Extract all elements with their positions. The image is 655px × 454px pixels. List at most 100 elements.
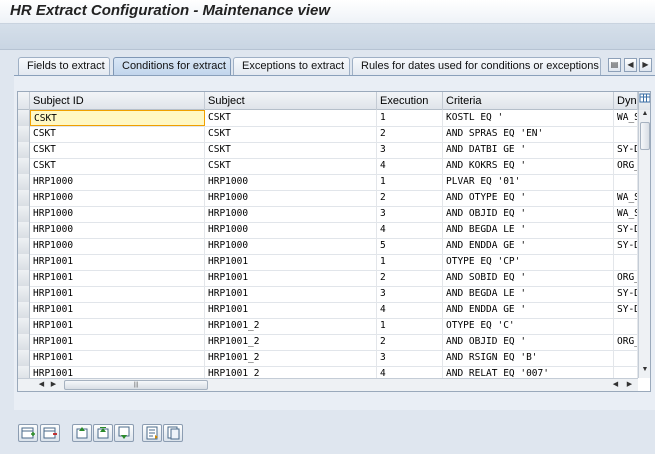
row-selector[interactable] [18,286,30,302]
cell-criteria[interactable]: AND BEGDA LE ' [443,222,614,238]
cell-criteria[interactable]: PLVAR EQ '01' [443,174,614,190]
copy-icon[interactable] [163,424,183,442]
table-row[interactable]: HRP1001 HRP1001 2 AND SOBID EQ ' ORG_ [18,270,638,287]
row-selector[interactable] [18,110,30,126]
cell-dynamic[interactable] [614,254,638,270]
cell-dynamic[interactable] [614,174,638,190]
cell-criteria[interactable]: AND DATBI GE ' [443,142,614,158]
table-row[interactable]: CSKT CSKT 3 AND DATBI GE ' SY-D [18,142,638,159]
table-row[interactable]: HRP1001 HRP1001 4 AND ENDDA GE ' SY-D [18,302,638,319]
column-header-subject[interactable]: Subject [205,92,377,110]
tab-conditions-for-extract[interactable]: Conditions for extract [113,57,231,75]
tab-scroll-left-icon[interactable]: ◀ [624,58,637,72]
cell-dynamic[interactable]: ORG_ [614,270,638,286]
cell-dynamic[interactable] [614,126,638,142]
insert-row-icon[interactable] [18,424,38,442]
cell-criteria[interactable]: AND SPRAS EQ 'EN' [443,126,614,142]
table-row[interactable]: HRP1001 HRP1001_2 3 AND RSIGN EQ 'B' [18,350,638,367]
scroll-right-end-icon[interactable]: ▶ [624,379,635,391]
cell-execution[interactable]: 2 [377,270,443,286]
cell-dynamic[interactable]: SY-D [614,142,638,158]
vertical-scrollbar[interactable]: ▲ ▼ [638,110,650,378]
cell-subject-id[interactable]: HRP1001 [30,318,205,334]
row-selector[interactable] [18,142,30,158]
row-selector[interactable] [18,302,30,318]
row-selector[interactable] [18,190,30,206]
cell-execution[interactable]: 4 [377,158,443,174]
row-selector[interactable] [18,174,30,190]
cell-subject[interactable]: HRP1000 [205,190,377,206]
scroll-right-icon[interactable]: ▶ [48,379,59,391]
cell-execution[interactable]: 5 [377,238,443,254]
cell-criteria[interactable]: AND ENDDA GE ' [443,302,614,318]
row-selector[interactable] [18,126,30,142]
cell-execution[interactable]: 3 [377,206,443,222]
row-selector[interactable] [18,158,30,174]
cell-subject[interactable]: CSKT [205,158,377,174]
cell-dynamic[interactable]: SY-D [614,238,638,254]
cell-execution[interactable]: 3 [377,142,443,158]
row-selector[interactable] [18,270,30,286]
row-selector[interactable] [18,254,30,270]
column-header-dynamic[interactable]: Dyna [614,92,638,110]
cell-execution[interactable]: 1 [377,110,443,126]
table-row[interactable]: HRP1000 HRP1000 2 AND OTYPE EQ ' WA_S [18,190,638,207]
row-selector[interactable] [18,350,30,366]
tab-scroll-right-icon[interactable]: ▶ [639,58,652,72]
table-row[interactable]: CSKT CSKT 4 AND KOKRS EQ ' ORG_ [18,158,638,175]
move-top-icon[interactable] [93,424,113,442]
table-row[interactable]: HRP1000 HRP1000 3 AND OBJID EQ ' WA_S [18,206,638,223]
cell-criteria[interactable]: OTYPE EQ 'CP' [443,254,614,270]
cell-subject-id[interactable]: HRP1001 [30,302,205,318]
detail-icon[interactable] [142,424,162,442]
cell-execution[interactable]: 1 [377,318,443,334]
row-selector[interactable] [18,238,30,254]
cell-dynamic[interactable]: WA_S [614,110,638,126]
cell-subject[interactable]: HRP1001_2 [205,334,377,350]
table-row[interactable]: HRP1001 HRP1001 1 OTYPE EQ 'CP' [18,254,638,271]
cell-execution[interactable]: 4 [377,302,443,318]
cell-subject[interactable]: HRP1001_2 [205,318,377,334]
cell-subject-id[interactable]: CSKT [30,158,205,174]
column-header-subject-id[interactable]: Subject ID [30,92,205,110]
cell-criteria[interactable]: AND OBJID EQ ' [443,206,614,222]
cell-subject-id[interactable]: HRP1001 [30,350,205,366]
cell-subject-id[interactable]: CSKT [30,142,205,158]
cell-subject-id[interactable]: CSKT [30,110,205,126]
scroll-down-icon[interactable]: ▼ [640,366,650,377]
cell-criteria[interactable]: AND OTYPE EQ ' [443,190,614,206]
cell-criteria[interactable]: AND ENDDA GE ' [443,238,614,254]
cell-subject-id[interactable]: HRP1000 [30,206,205,222]
cell-dynamic[interactable]: SY-D [614,302,638,318]
table-row[interactable]: HRP1001 HRP1001_2 2 AND OBJID EQ ' ORG_ [18,334,638,351]
cell-criteria[interactable]: AND BEGDA LE ' [443,286,614,302]
cell-execution[interactable]: 3 [377,350,443,366]
cell-dynamic[interactable]: ORG_ [614,334,638,350]
cell-criteria[interactable]: AND KOKRS EQ ' [443,158,614,174]
cell-subject[interactable]: HRP1000 [205,174,377,190]
cell-subject[interactable]: HRP1000 [205,222,377,238]
cell-dynamic[interactable]: WA_S [614,190,638,206]
cell-execution[interactable]: 1 [377,174,443,190]
table-row[interactable]: HRP1001 HRP1001_2 1 OTYPE EQ 'C' [18,318,638,335]
tab-fields-to-extract[interactable]: Fields to extract [18,57,110,75]
cell-subject-id[interactable]: HRP1000 [30,190,205,206]
cell-dynamic[interactable]: SY-D [614,286,638,302]
cell-execution[interactable]: 2 [377,126,443,142]
cell-subject[interactable]: HRP1000 [205,206,377,222]
cell-subject-id[interactable]: HRP1000 [30,238,205,254]
cell-subject-id[interactable]: HRP1001 [30,286,205,302]
cell-dynamic[interactable]: SY-D [614,222,638,238]
cell-subject[interactable]: HRP1001 [205,302,377,318]
cell-criteria[interactable]: AND OBJID EQ ' [443,334,614,350]
column-header-execution[interactable]: Execution [377,92,443,110]
cell-dynamic[interactable] [614,350,638,366]
cell-subject-id[interactable]: HRP1001 [30,254,205,270]
move-down-icon[interactable] [114,424,134,442]
cell-subject-id[interactable]: HRP1000 [30,174,205,190]
row-selector[interactable] [18,334,30,350]
cell-execution[interactable]: 2 [377,190,443,206]
cell-dynamic[interactable] [614,318,638,334]
cell-subject-id[interactable]: HRP1001 [30,334,205,350]
scroll-up-icon[interactable]: ▲ [640,110,650,121]
